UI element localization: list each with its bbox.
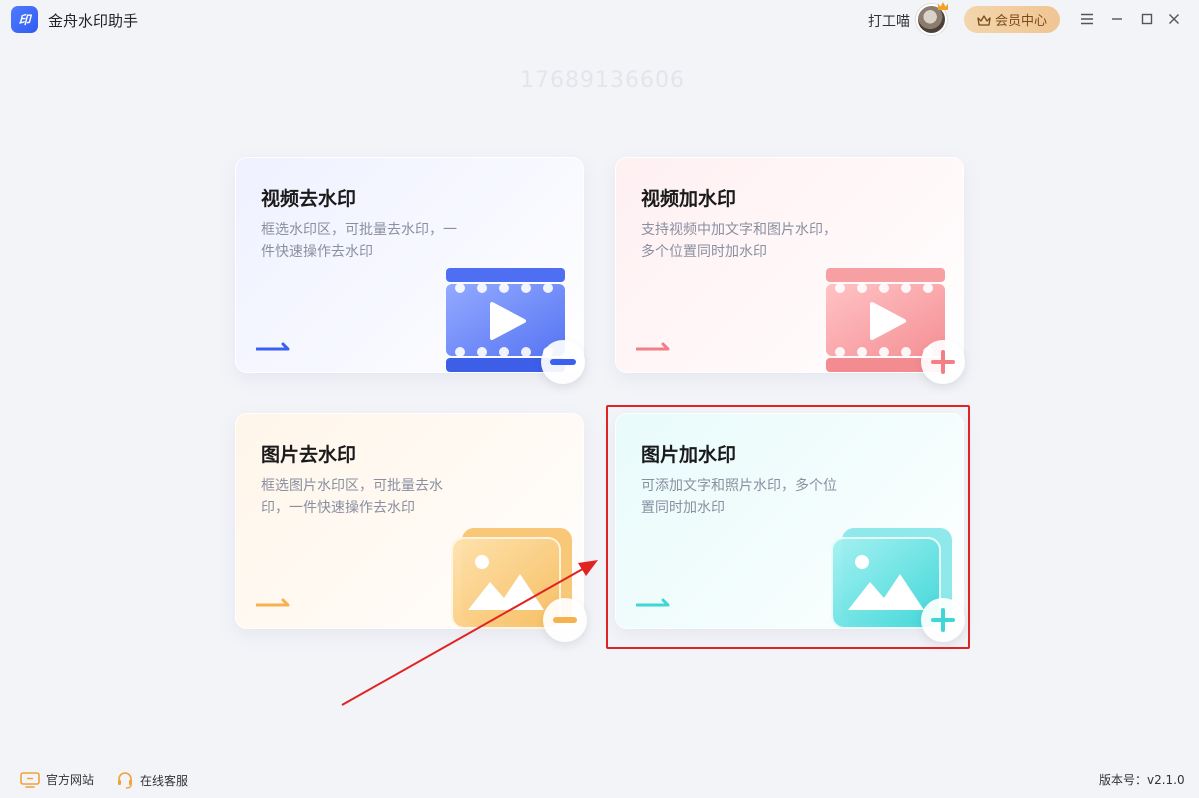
add-badge-icon	[921, 340, 965, 384]
headset-icon	[118, 772, 132, 789]
arrow-right-icon	[256, 598, 290, 607]
vip-center-button[interactable]: 会员中心	[964, 6, 1060, 33]
maximize-icon[interactable]	[1136, 8, 1158, 30]
close-icon[interactable]	[1163, 8, 1185, 30]
menu-icon[interactable]	[1076, 8, 1098, 30]
support-link[interactable]: 在线客服	[116, 771, 188, 789]
card-description: 框选图片水印区，可批量去水印，一件快速操作去水印	[261, 478, 443, 516]
card-description: 支持视频中加文字和图片水印，多个位置同时加水印	[641, 222, 837, 260]
card-image-remove-watermark[interactable]: 图片去水印 框选图片水印区，可批量去水印，一件快速操作去水印	[235, 413, 587, 642]
crown-icon	[977, 14, 991, 26]
card-video-add-watermark[interactable]: 视频加水印 支持视频中加文字和图片水印，多个位置同时加水印	[615, 157, 965, 384]
monitor-icon	[20, 771, 40, 788]
user-name[interactable]: 打工喵	[868, 11, 910, 31]
crown-icon	[938, 2, 948, 10]
card-title: 视频加水印	[641, 188, 737, 210]
app-logo: 印	[11, 6, 38, 33]
annotation-highlight-box	[606, 405, 970, 649]
version-label: 版本号：v2.1.0	[1099, 773, 1185, 787]
arrow-right-icon	[636, 342, 670, 351]
card-title: 图片去水印	[261, 444, 357, 466]
minimize-icon[interactable]	[1106, 8, 1128, 30]
title-bar: 印 金舟水印助手 打工喵 会员中心	[0, 0, 1199, 40]
card-title: 视频去水印	[261, 188, 357, 210]
website-label: 官方网站	[46, 773, 95, 787]
watermark-overlay-text: 17689136606	[520, 68, 685, 93]
app-title: 金舟水印助手	[48, 12, 139, 30]
app-logo-text: 印	[18, 13, 31, 27]
arrow-right-icon	[256, 342, 290, 351]
vip-center-label: 会员中心	[994, 14, 1047, 29]
support-label: 在线客服	[140, 773, 189, 788]
website-link[interactable]: 官方网站	[20, 771, 94, 788]
remove-badge-icon	[543, 598, 587, 642]
remove-badge-icon	[541, 340, 585, 384]
card-video-remove-watermark[interactable]: 视频去水印 框选水印区，可批量去水印，一件快速操作去水印	[235, 157, 585, 384]
annotation-arrow	[341, 560, 598, 706]
card-description: 框选水印区，可批量去水印，一件快速操作去水印	[261, 222, 457, 260]
